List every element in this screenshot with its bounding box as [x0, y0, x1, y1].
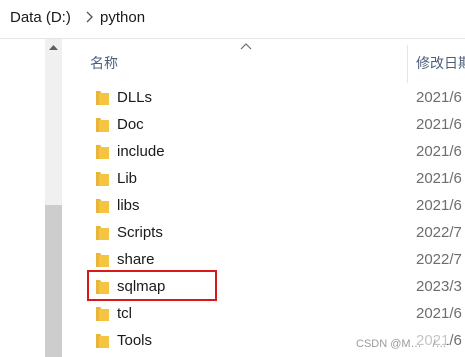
folder-icon [96, 334, 109, 348]
file-name: Tools [117, 332, 153, 349]
watermark: CSDN @M… /… [356, 335, 447, 351]
modified-date: 2022/7 [416, 224, 462, 241]
list-item[interactable]: Doc 2021/6 [62, 113, 465, 140]
modified-date: 2021/6 [416, 89, 462, 106]
scroll-thumb[interactable] [45, 205, 62, 357]
breadcrumb-drive[interactable]: Data (D:) [10, 9, 71, 26]
file-name: libs [117, 197, 140, 214]
list-item[interactable]: DLLs 2021/6 [62, 86, 465, 113]
breadcrumb: Data (D:) python [0, 0, 465, 39]
modified-date: 2021/6 [416, 197, 462, 214]
breadcrumb-folder[interactable]: python [100, 9, 145, 26]
column-header-name[interactable]: 名称 [90, 53, 118, 73]
folder-icon [96, 172, 109, 186]
folder-icon [96, 226, 109, 240]
list-item[interactable]: tcl 2021/6 [62, 302, 465, 329]
scroll-up-arrow-icon[interactable] [45, 39, 62, 56]
modified-date: 2021/6 [416, 116, 462, 133]
modified-date: 2023/3 [416, 278, 462, 295]
list-item[interactable]: libs 2021/6 [62, 194, 465, 221]
chevron-right-icon[interactable] [84, 11, 94, 23]
file-name: DLLs [117, 89, 153, 106]
list-item[interactable]: Lib 2021/6 [62, 167, 465, 194]
folder-icon [96, 307, 109, 321]
modified-date: 2021/6 [416, 305, 462, 322]
file-name: tcl [117, 305, 132, 322]
file-name: include [117, 143, 165, 160]
list-item[interactable]: include 2021/6 [62, 140, 465, 167]
vertical-scrollbar[interactable] [45, 39, 62, 357]
folder-icon [96, 145, 109, 159]
modified-date: 2021/6 [416, 143, 462, 160]
list-item[interactable]: Scripts 2022/7 [62, 221, 465, 248]
folder-icon [96, 91, 109, 105]
modified-date: 2021/6 [416, 170, 462, 187]
folder-icon [96, 199, 109, 213]
highlight-box [87, 270, 217, 301]
file-name: share [117, 251, 155, 268]
sort-up-icon [240, 43, 252, 50]
folder-icon [96, 253, 109, 267]
column-header: 名称 修改日期 [62, 39, 465, 83]
folder-icon [96, 118, 109, 132]
file-name: Doc [117, 116, 144, 133]
file-name: Lib [117, 170, 138, 187]
file-name: Scripts [117, 224, 163, 241]
column-divider[interactable] [407, 45, 408, 83]
modified-date: 2022/7 [416, 251, 462, 268]
column-header-date[interactable]: 修改日期 [416, 53, 465, 73]
